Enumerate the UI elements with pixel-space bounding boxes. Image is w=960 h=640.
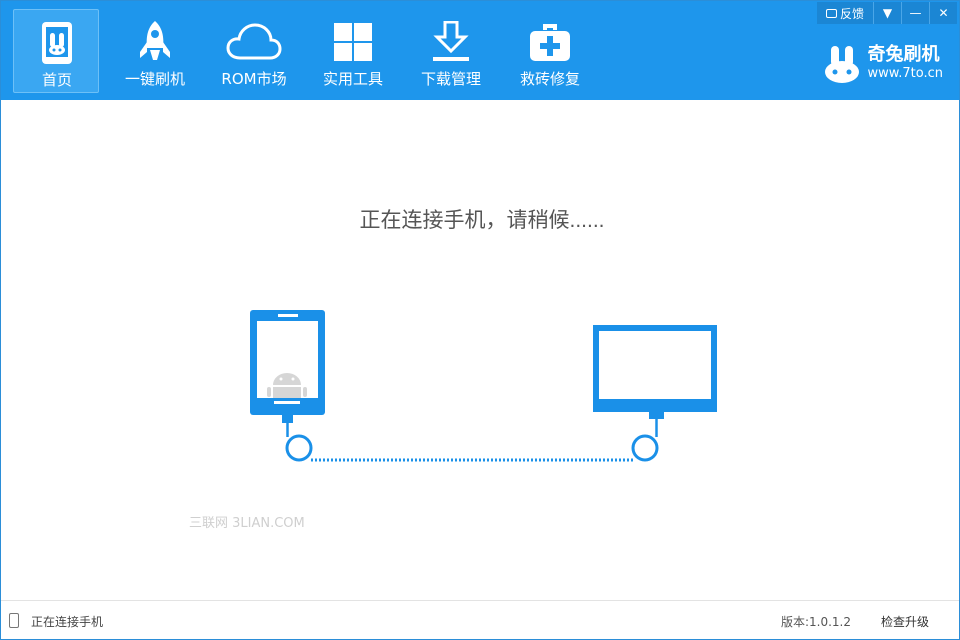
- top-navigation-bar: 首页 一键刷机 ROM市场 实用工具 下载管理 救砖修复 反馈 ▼ — ✕ 奇兔…: [1, 1, 959, 100]
- rocket-icon: [112, 19, 198, 65]
- nav-brick-repair[interactable]: 救砖修复: [507, 9, 593, 93]
- feedback-label: 反馈: [839, 6, 864, 21]
- app-window: 首页 一键刷机 ROM市场 实用工具 下载管理 救砖修复 反馈 ▼ — ✕ 奇兔…: [0, 0, 960, 640]
- status-bar: 正在连接手机 版本:1.0.1.2 检查升级: [1, 600, 959, 639]
- brand-name: 奇兔刷机: [867, 44, 940, 65]
- brand-url: www.7to.cn: [867, 66, 943, 81]
- window-controls: 反馈 ▼ — ✕: [817, 2, 957, 24]
- feedback-button[interactable]: 反馈: [817, 2, 873, 24]
- first-aid-icon: [507, 19, 593, 65]
- watermark: 三联网 3LIAN.COM: [189, 516, 305, 531]
- nav-tools[interactable]: 实用工具: [310, 9, 396, 93]
- nav-downloads-label: 下载管理: [420, 70, 481, 88]
- menu-dropdown-button[interactable]: ▼: [873, 2, 901, 24]
- cloud-icon: [211, 19, 297, 65]
- minimize-button[interactable]: —: [901, 2, 929, 24]
- computer-cable: [631, 410, 664, 462]
- home-phone-icon: [14, 20, 100, 66]
- main-content: 正在连接手机，请稍候...... 三联网 3LIAN.COM: [1, 100, 959, 600]
- chevron-down-icon: ▼: [882, 6, 893, 20]
- nav-one-click-flash-label: 一键刷机: [124, 70, 185, 88]
- nav-one-click-flash[interactable]: 一键刷机: [112, 9, 198, 93]
- nav-home-label: 首页: [41, 71, 72, 89]
- close-button[interactable]: ✕: [929, 2, 957, 24]
- rabbit-logo-icon: [824, 46, 859, 83]
- feedback-icon: [825, 8, 837, 18]
- phone-icon: [9, 613, 19, 628]
- connection-status-text: 正在连接手机: [31, 615, 104, 629]
- connection-illustration: [250, 310, 717, 462]
- check-update-button[interactable]: 检查升级: [881, 613, 929, 630]
- nav-rom-market[interactable]: ROM市场: [211, 9, 297, 93]
- grid-icon: [310, 19, 396, 65]
- nav-rom-market-label: ROM市场: [221, 70, 287, 88]
- close-icon: ✕: [938, 6, 949, 20]
- nav-tools-label: 实用工具: [322, 70, 383, 88]
- phone-illustration: [250, 310, 325, 415]
- phone-cable: [282, 415, 313, 462]
- minimize-icon: —: [909, 6, 922, 20]
- version-label: 版本:1.0.1.2: [780, 615, 851, 629]
- brand-logo: 奇兔刷机 www.7to.cn: [822, 41, 943, 87]
- download-icon: [408, 19, 494, 65]
- nav-home[interactable]: 首页: [13, 9, 99, 93]
- monitor-illustration: [593, 325, 717, 412]
- nav-downloads[interactable]: 下载管理: [408, 9, 494, 93]
- nav-brick-repair-label: 救砖修复: [519, 70, 580, 88]
